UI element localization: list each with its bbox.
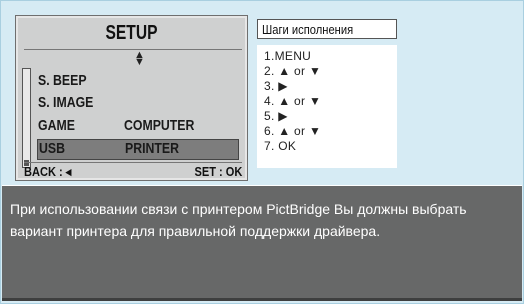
menu-item-game[interactable]: GAME COMPUTER — [38, 117, 238, 137]
menu-item-value: PRINTER — [125, 140, 179, 157]
menu-item-label: S. IMAGE — [38, 94, 94, 111]
menu-item-s-beep[interactable]: S. BEEP — [38, 72, 238, 92]
menu-item-usb-selected[interactable]: USB PRINTER — [37, 139, 239, 160]
camera-lcd-screen: SETUP ▲ ▼ S. BEEP S. IMAGE GAME COMPUTER … — [15, 15, 248, 181]
menu-item-value: COMPUTER — [124, 117, 195, 134]
menu-item-label: S. BEEP — [38, 72, 87, 89]
step-item: 6. ▲ or ▼ — [264, 124, 322, 138]
description-text: При использовании связи с принтером Pict… — [10, 201, 467, 239]
step-item: 4. ▲ or ▼ — [264, 94, 322, 108]
set-ok-hint: SET : OK — [194, 164, 242, 179]
figure-frame: SETUP ▲ ▼ S. BEEP S. IMAGE GAME COMPUTER … — [0, 0, 524, 304]
step-item: 5. ▶ — [264, 109, 288, 123]
description-panel: При использовании связи с принтером Pict… — [2, 185, 522, 301]
up-down-arrows-icon: ▲ ▼ — [134, 49, 145, 68]
lcd-title-divider — [24, 49, 242, 50]
step-item: 7. OK — [264, 139, 297, 153]
lcd-scrollbar — [22, 68, 31, 168]
steps-header: Шаги исполнения — [257, 19, 397, 39]
menu-item-s-image[interactable]: S. IMAGE — [38, 94, 238, 114]
steps-header-text: Шаги исполнения — [262, 22, 354, 37]
menu-item-label: GAME — [38, 117, 75, 134]
menu-item-label: USB — [39, 140, 65, 157]
steps-box: 1.MENU 2. ▲ or ▼ 3. ▶ 4. ▲ or ▼ 5. ▶ 6. … — [257, 45, 397, 168]
lcd-footer: BACK : ◂ SET : OK — [24, 163, 242, 179]
steps-list: 1.MENU 2. ▲ or ▼ 3. ▶ 4. ▲ or ▼ 5. ▶ 6. … — [257, 45, 397, 154]
step-item: 1.MENU — [264, 49, 312, 63]
step-item: 3. ▶ — [264, 79, 288, 93]
step-item: 2. ▲ or ▼ — [264, 64, 322, 78]
lcd-title: SETUP — [105, 22, 158, 44]
back-hint: BACK : ◂ — [24, 164, 72, 179]
